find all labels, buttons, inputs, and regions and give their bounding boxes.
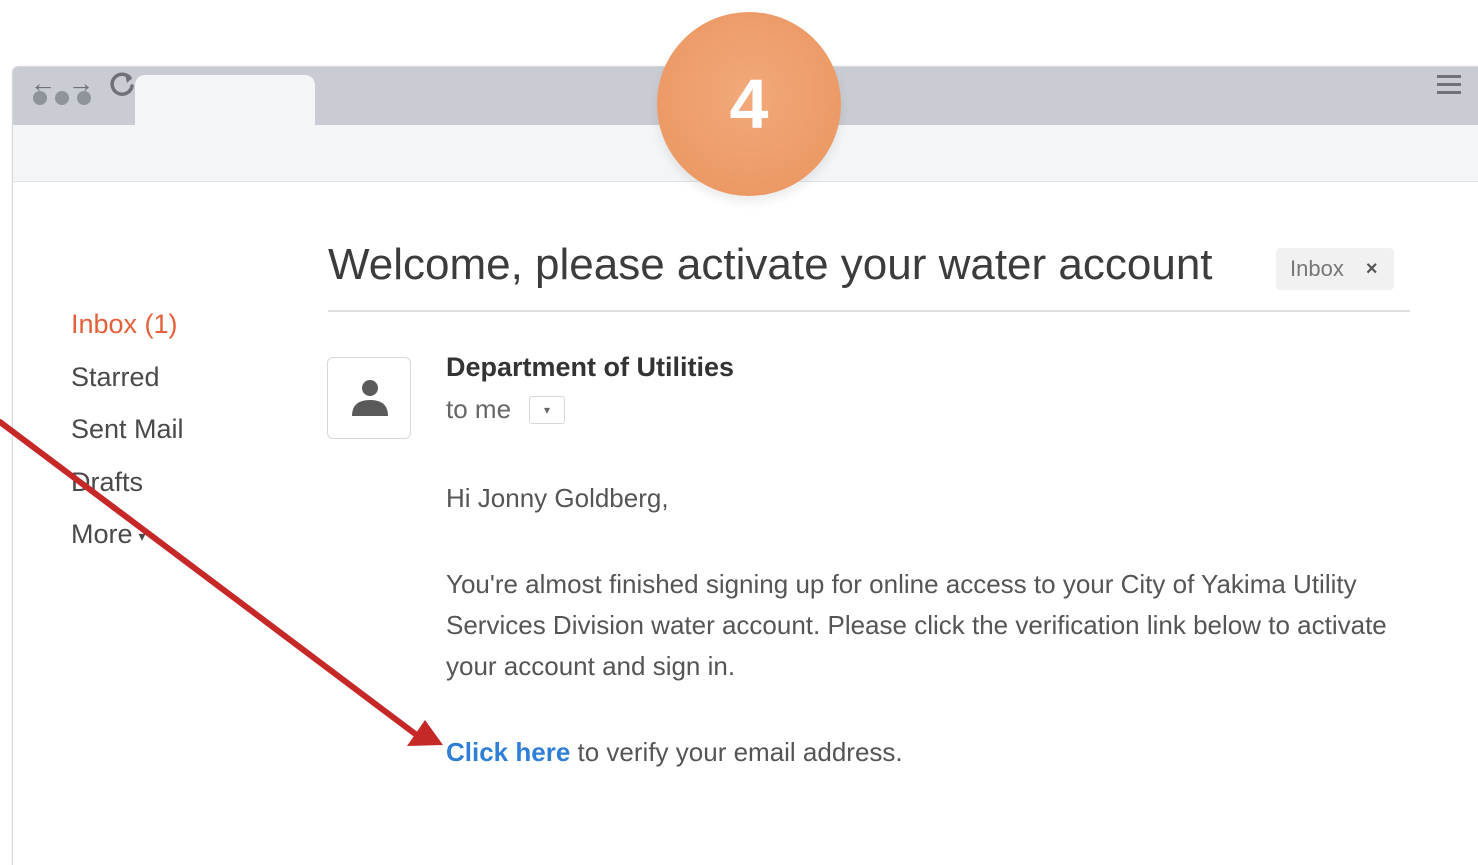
label-remove-icon[interactable]: × (1366, 258, 1378, 281)
verify-line-text: to verify your email address. (570, 737, 903, 767)
sidebar-item-more[interactable]: More ▾ (71, 514, 184, 567)
reload-icon-svg (110, 72, 134, 96)
sender-avatar (327, 357, 411, 439)
email-subject: Welcome, please activate your water acco… (328, 240, 1213, 289)
browser-tab[interactable] (135, 75, 315, 125)
sidebar-item-starred[interactable]: Starred (71, 357, 184, 410)
label-chip-text: Inbox (1290, 256, 1344, 281)
window-minimize-dot[interactable] (55, 91, 69, 105)
sender-name: Department of Utilities (446, 352, 735, 382)
verify-line: Click here to verify your email address. (446, 732, 903, 773)
reload-icon[interactable] (108, 70, 136, 102)
header-divider (328, 310, 1410, 312)
recipient-details-dropdown[interactable]: ▾ (529, 395, 566, 424)
caret-down-icon: ▾ (138, 527, 146, 544)
mail-sidebar: Inbox (1) Starred Sent Mail Drafts More ▾ (71, 304, 184, 567)
sidebar-item-inbox[interactable]: Inbox (1) (71, 304, 184, 357)
recipient-text: to me (446, 394, 512, 424)
step-number-badge: 4 (657, 12, 841, 196)
recipient-line: to me ▾ (446, 394, 566, 425)
hamburger-menu-icon[interactable] (1437, 75, 1461, 95)
sidebar-item-drafts[interactable]: Drafts (71, 462, 184, 515)
back-arrow-icon[interactable]: ← (30, 70, 56, 96)
person-icon (352, 380, 388, 416)
sidebar-item-more-label: More (71, 519, 133, 549)
forward-arrow-icon[interactable]: → (68, 70, 94, 96)
page: ← → 4 Inbox (1) Starred Sent Mail Drafts… (0, 0, 1478, 865)
sidebar-item-sent-mail[interactable]: Sent Mail (71, 409, 184, 462)
email-greeting: Hi Jonny Goldberg, (446, 483, 669, 513)
verification-link[interactable]: Click here (446, 737, 570, 767)
inbox-label-chip: Inbox × (1276, 248, 1394, 290)
email-body-paragraph: You're almost finished signing up for on… (446, 569, 1387, 681)
